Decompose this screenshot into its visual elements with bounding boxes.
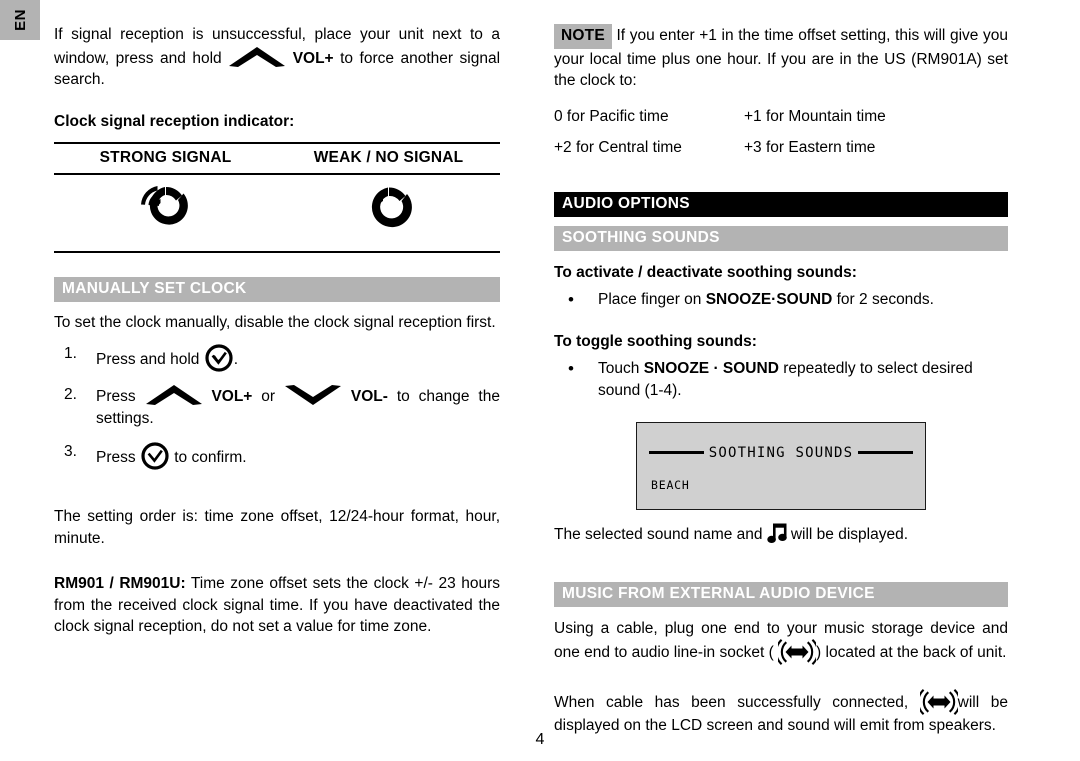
lcd-display-illustration: SOOTHING SOUNDS BEACH bbox=[636, 421, 926, 510]
table-header-row: STRONG SIGNAL WEAK / NO SIGNAL bbox=[54, 142, 500, 174]
manual-page: EN If signal reception is unsuccessful, … bbox=[0, 0, 1080, 761]
external-audio-paragraph-2: When cable has been successfully connect… bbox=[554, 689, 1008, 737]
step-3-text-before: Press bbox=[96, 449, 136, 466]
external-audio-paragraph-1: Using a cable, plug one end to your musi… bbox=[554, 618, 1008, 666]
step-1-number: 1. bbox=[64, 345, 77, 362]
step-2-mid-text: or bbox=[261, 388, 276, 405]
note-badge: NOTE bbox=[554, 24, 612, 49]
strong-signal-icon bbox=[135, 181, 197, 239]
external-audio-p1-after: ) located at the back of unit. bbox=[816, 644, 1007, 661]
bullet-icon: • bbox=[568, 358, 574, 378]
section-heading-manually-set-clock: MANUALLY SET CLOCK bbox=[54, 276, 500, 302]
snooze-sound-label: SNOOZE · SOUND bbox=[643, 359, 779, 377]
section-heading-soothing-sounds: SOOTHING SOUNDS bbox=[554, 225, 1008, 251]
step-1-text-before: Press and hold bbox=[96, 351, 200, 368]
left-column: If signal reception is unsuccessful, pla… bbox=[54, 24, 500, 638]
lcd-selected-sound: BEACH bbox=[651, 477, 690, 492]
list-item: • Place finger on SNOOZE·SOUND for 2 sec… bbox=[554, 289, 1008, 311]
step-3-text-after: to confirm. bbox=[174, 449, 247, 466]
manual-clock-intro: To set the clock manually, disable the c… bbox=[54, 313, 496, 331]
timezone-offset-list: 0 for Pacific time +1 for Mountain time … bbox=[554, 106, 1008, 158]
lcd-rule-left bbox=[649, 451, 704, 454]
lcd-title-row: SOOTHING SOUNDS bbox=[649, 445, 913, 461]
lcd-caption-before: The selected sound name and bbox=[554, 525, 763, 543]
note-paragraph: NOTE If you enter +1 in the time offset … bbox=[554, 24, 1008, 92]
step-2-vol-minus-label: VOL- bbox=[350, 388, 388, 405]
lcd-caption: The selected sound name and will be disp… bbox=[554, 520, 1008, 546]
column-header-strong-signal: STRONG SIGNAL bbox=[99, 148, 232, 166]
lcd-title-text: SOOTHING SOUNDS bbox=[708, 444, 854, 461]
step-1-text-after: . bbox=[233, 351, 239, 368]
page-number: 4 bbox=[535, 731, 545, 748]
activate-soothing-subheading: To activate / deactivate soothing sounds… bbox=[554, 263, 857, 281]
column-header-weak-signal: WEAK / NO SIGNAL bbox=[313, 148, 464, 166]
lcd-rule-right bbox=[858, 451, 913, 454]
chevron-down-icon bbox=[284, 384, 342, 406]
table-row bbox=[54, 173, 500, 253]
toggle-soothing-subheading: To toggle soothing sounds: bbox=[554, 332, 757, 350]
activate-bullet-after: for 2 seconds. bbox=[836, 290, 934, 308]
indicator-heading: Clock signal reception indicator: bbox=[54, 112, 295, 130]
lcd-caption-after: will be displayed. bbox=[790, 525, 909, 543]
activate-bullet-before: Place finger on bbox=[598, 290, 702, 308]
step-3-number: 3. bbox=[64, 443, 77, 460]
step-2-vol-plus-label: VOL+ bbox=[211, 388, 253, 405]
audio-line-in-icon bbox=[778, 639, 817, 665]
signal-indicator-table: STRONG SIGNAL WEAK / NO SIGNAL bbox=[54, 142, 500, 253]
clock-confirm-icon bbox=[140, 441, 170, 471]
model-note-paragraph: RM901 / RM901U: Time zone offset sets th… bbox=[54, 573, 500, 638]
timezone-mountain: +1 for Mountain time bbox=[744, 107, 886, 125]
bullet-icon: • bbox=[568, 289, 574, 309]
model-note-label: RM901 / RM901U: bbox=[54, 575, 186, 592]
chevron-up-icon bbox=[228, 46, 286, 68]
step-3: 3. Press to confirm. bbox=[54, 441, 500, 471]
audio-line-in-icon bbox=[919, 689, 958, 715]
toggle-soothing-list: • Touch SNOOZE · SOUND repeatedly to sel… bbox=[554, 358, 1008, 402]
strong-signal-cell bbox=[54, 173, 277, 253]
snooze-sound-label: SNOOZE·SOUND bbox=[705, 290, 833, 308]
toggle-bullet-before: Touch bbox=[598, 359, 640, 377]
clock-confirm-icon bbox=[204, 343, 234, 373]
right-column: NOTE If you enter +1 in the time offset … bbox=[554, 24, 1008, 737]
list-item: • Touch SNOOZE · SOUND repeatedly to sel… bbox=[554, 358, 1008, 402]
note-text: If you enter +1 in the time offset setti… bbox=[554, 27, 1008, 89]
manual-clock-steps: 1. Press and hold . 2. Press VOL+ or VOL… bbox=[54, 343, 500, 471]
weak-signal-cell bbox=[277, 173, 500, 253]
language-tab: EN bbox=[0, 0, 40, 40]
section-heading-external-audio: MUSIC FROM EXTERNAL AUDIO DEVICE bbox=[554, 581, 1008, 607]
timezone-central: +2 for Central time bbox=[554, 138, 682, 156]
section-heading-audio-options: AUDIO OPTIONS bbox=[554, 191, 1008, 217]
step-2: 2. Press VOL+ or VOL- to change the sett… bbox=[54, 384, 500, 430]
weak-signal-icon bbox=[358, 181, 420, 239]
language-tab-label: EN bbox=[11, 9, 29, 31]
chevron-up-icon bbox=[145, 384, 203, 406]
signal-reception-paragraph: If signal reception is unsuccessful, pla… bbox=[54, 24, 500, 91]
activate-soothing-list: • Place finger on SNOOZE·SOUND for 2 sec… bbox=[554, 289, 1008, 311]
setting-order-paragraph: The setting order is: time zone offset, … bbox=[54, 508, 500, 547]
timezone-pacific: 0 for Pacific time bbox=[554, 107, 669, 125]
step-2-number: 2. bbox=[64, 386, 77, 403]
music-note-icon bbox=[767, 520, 791, 546]
step-1: 1. Press and hold . bbox=[54, 343, 500, 373]
vol-plus-label: VOL+ bbox=[292, 49, 334, 67]
timezone-eastern: +3 for Eastern time bbox=[744, 138, 876, 156]
external-audio-p2-before: When cable has been successfully connect… bbox=[554, 694, 909, 711]
step-2-text-before: Press bbox=[96, 388, 136, 405]
